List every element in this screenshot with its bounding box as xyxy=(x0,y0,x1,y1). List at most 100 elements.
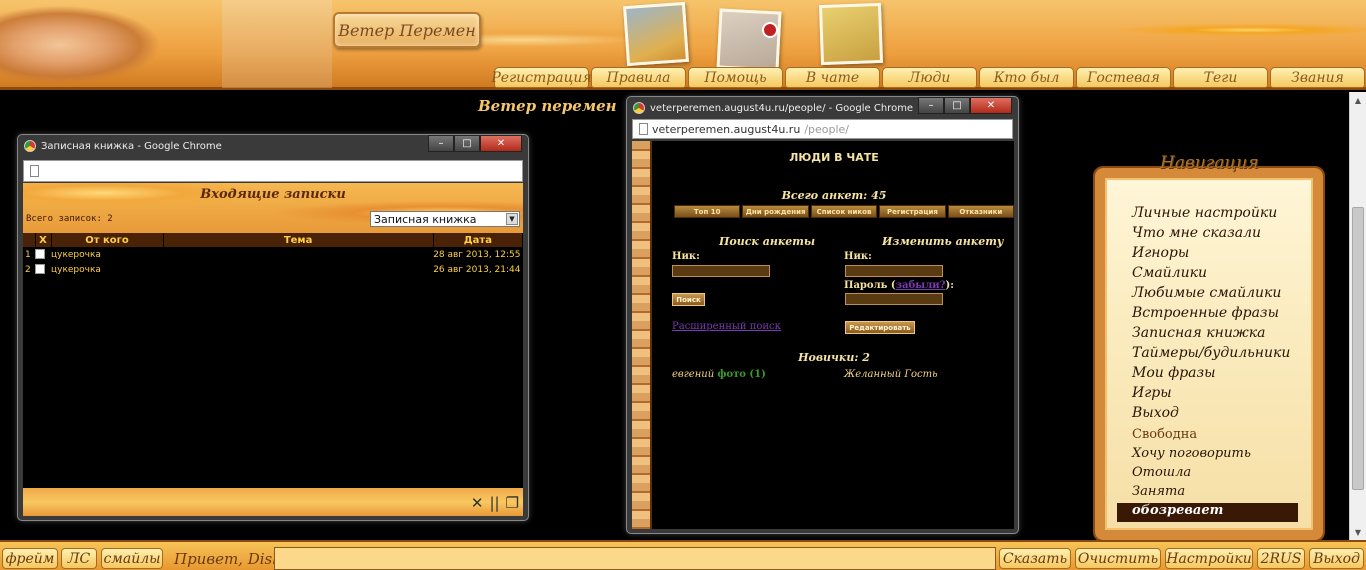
say-button[interactable]: Сказать xyxy=(999,548,1071,569)
chrome-icon xyxy=(633,102,645,114)
nav-item-smileys[interactable]: Смайлики xyxy=(1132,265,1302,285)
status-browsing[interactable]: обозревает xyxy=(1117,503,1298,522)
search-button[interactable]: Поиск xyxy=(672,293,705,306)
row-number: 2 xyxy=(25,264,31,275)
chevron-down-icon[interactable]: ▼ xyxy=(506,213,518,225)
top-navigation: Регистрация Правила Помощь В чате Люди К… xyxy=(491,67,1365,88)
status-away[interactable]: Отошла xyxy=(1132,465,1302,484)
page-scrollbar[interactable]: ▲ ▼ xyxy=(1349,92,1366,540)
nav-item-favorite-smileys[interactable]: Любимые смайлики xyxy=(1132,285,1302,305)
nav-item-messages-to-me[interactable]: Что мне сказали xyxy=(1132,225,1302,245)
minimize-icon[interactable]: – xyxy=(428,135,454,152)
col-subject[interactable]: Тема xyxy=(163,233,434,247)
maximize-icon[interactable]: □ xyxy=(454,135,480,152)
tab-nick-list[interactable]: Список ников xyxy=(810,205,878,218)
status-busy[interactable]: Занята xyxy=(1132,484,1302,503)
col-from[interactable]: От кого xyxy=(51,233,164,247)
nav-item-games[interactable]: Игры xyxy=(1132,385,1302,405)
nav-item-notebook[interactable]: Записная книжка xyxy=(1132,325,1302,345)
col-select[interactable]: X xyxy=(35,233,52,247)
row-number: 1 xyxy=(25,249,31,260)
notebook-heading: Входящие записки xyxy=(200,187,346,202)
nav-item-personal-settings[interactable]: Личные настройки xyxy=(1132,205,1302,225)
scrollbar-thumb[interactable] xyxy=(1352,207,1364,490)
row-from[interactable]: цукерочка xyxy=(51,247,163,262)
nav-item-builtin-phrases[interactable]: Встроенные фразы xyxy=(1132,305,1302,325)
nav-tab-ranks[interactable]: Звания xyxy=(1270,67,1365,88)
newbie-name[interactable]: евгений xyxy=(672,369,714,380)
row-subject[interactable] xyxy=(163,247,433,262)
row-from[interactable]: цукерочка xyxy=(51,262,163,277)
tab-top10[interactable]: Топ 10 xyxy=(674,205,741,218)
edit-button[interactable]: Редактировать xyxy=(845,321,915,334)
edit-nick-input[interactable] xyxy=(845,265,943,277)
advanced-search-link[interactable]: Расширенный поиск xyxy=(672,321,781,332)
translit-button[interactable]: 2RUS xyxy=(1257,548,1305,569)
nav-item-exit[interactable]: Выход xyxy=(1132,405,1302,425)
page-icon xyxy=(639,123,648,135)
url-path: /people/ xyxy=(804,122,850,136)
password-input[interactable] xyxy=(845,293,943,305)
nav-tab-help[interactable]: Помощь xyxy=(688,67,783,88)
status-list: Свободна Хочу поговорить Отошла Занята о… xyxy=(1117,427,1302,522)
delete-icon[interactable]: ✕ xyxy=(471,494,484,512)
minimize-icon[interactable]: – xyxy=(918,97,944,114)
search-nick-input[interactable] xyxy=(672,265,770,277)
settings-button[interactable]: Настройки xyxy=(1165,548,1253,569)
window-controls: – □ ✕ xyxy=(428,135,522,152)
folder-select[interactable]: Записная книжка ▼ xyxy=(370,211,520,227)
message-input[interactable] xyxy=(274,547,996,570)
nav-tab-guestbook[interactable]: Гостевая xyxy=(1076,67,1171,88)
close-icon[interactable]: ✕ xyxy=(970,97,1012,114)
tab-registration[interactable]: Регистрация xyxy=(879,205,946,218)
smileys-button[interactable]: смайлы xyxy=(101,548,163,569)
search-profile-title: Поиск анкеты xyxy=(719,235,816,248)
maximize-icon[interactable]: □ xyxy=(944,97,970,114)
tab-birthdays[interactable]: Дни рождения xyxy=(742,205,809,218)
exit-button[interactable]: Выход xyxy=(1309,548,1364,569)
table-row[interactable]: 1 цукерочка 28 авг 2013, 12:55 xyxy=(23,247,523,262)
address-bar[interactable] xyxy=(23,160,523,182)
nav-tab-who-was[interactable]: Кто был xyxy=(979,67,1074,88)
banner-photo-image xyxy=(818,2,884,66)
row-checkbox[interactable] xyxy=(35,264,45,275)
row-subject[interactable] xyxy=(163,262,433,277)
scroll-up-icon[interactable]: ▲ xyxy=(1350,92,1366,108)
clear-button[interactable]: Очистить xyxy=(1075,548,1161,569)
site-logo[interactable]: Ветер Перемен xyxy=(333,12,481,48)
private-messages-button[interactable]: ЛС xyxy=(61,548,97,569)
notebook-footer: ✕ || ❐ xyxy=(23,488,523,516)
notebook-window-titlebar[interactable]: Записная книжка - Google Chrome – □ ✕ xyxy=(18,135,528,157)
frame-button[interactable]: фрейм xyxy=(2,548,58,569)
newbie-name[interactable]: Желанный Гость xyxy=(844,369,938,380)
nav-tab-people[interactable]: Люди xyxy=(882,67,977,88)
status-want-talk[interactable]: Хочу поговорить xyxy=(1132,446,1302,465)
forgot-password-link[interactable]: забыли? xyxy=(896,280,946,291)
window-controls: – □ ✕ xyxy=(918,97,1012,114)
nav-tab-registration[interactable]: Регистрация xyxy=(491,67,592,88)
table-row[interactable]: 2 цукерочка 26 авг 2013, 21:44 xyxy=(23,262,523,277)
nav-tab-in-chat[interactable]: В чате xyxy=(785,67,880,88)
col-number xyxy=(23,233,36,247)
nav-item-my-phrases[interactable]: Мои фразы xyxy=(1132,365,1302,385)
people-window: veterperemen.august4u.ru/people/ - Googl… xyxy=(626,96,1019,534)
nav-item-ignores[interactable]: Игноры xyxy=(1132,245,1302,265)
row-date: 26 авг 2013, 21:44 xyxy=(433,264,521,275)
copy-icon[interactable]: ❐ xyxy=(506,494,519,512)
page-icon xyxy=(30,165,39,177)
nav-item-timers[interactable]: Таймеры/будильники xyxy=(1132,345,1302,365)
newbie-photo-link[interactable]: фото (1) xyxy=(717,369,765,380)
banner-portrait-image xyxy=(0,0,175,90)
tab-refusers[interactable]: Отказники xyxy=(947,205,1014,218)
nav-tab-rules[interactable]: Правила xyxy=(591,67,686,88)
notes-count: Всего записок: 2 xyxy=(26,214,113,224)
nav-tab-tags[interactable]: Теги xyxy=(1173,67,1268,88)
banner-decoration-image xyxy=(222,0,332,88)
col-date[interactable]: Дата xyxy=(433,233,524,247)
row-checkbox[interactable] xyxy=(35,249,45,260)
people-window-titlebar[interactable]: veterperemen.august4u.ru/people/ - Googl… xyxy=(627,97,1018,119)
address-bar[interactable]: veterperemen.august4u.ru/people/ xyxy=(632,119,1013,139)
status-free[interactable]: Свободна xyxy=(1132,427,1302,446)
scroll-down-icon[interactable]: ▼ xyxy=(1350,524,1366,540)
close-icon[interactable]: ✕ xyxy=(480,135,522,152)
